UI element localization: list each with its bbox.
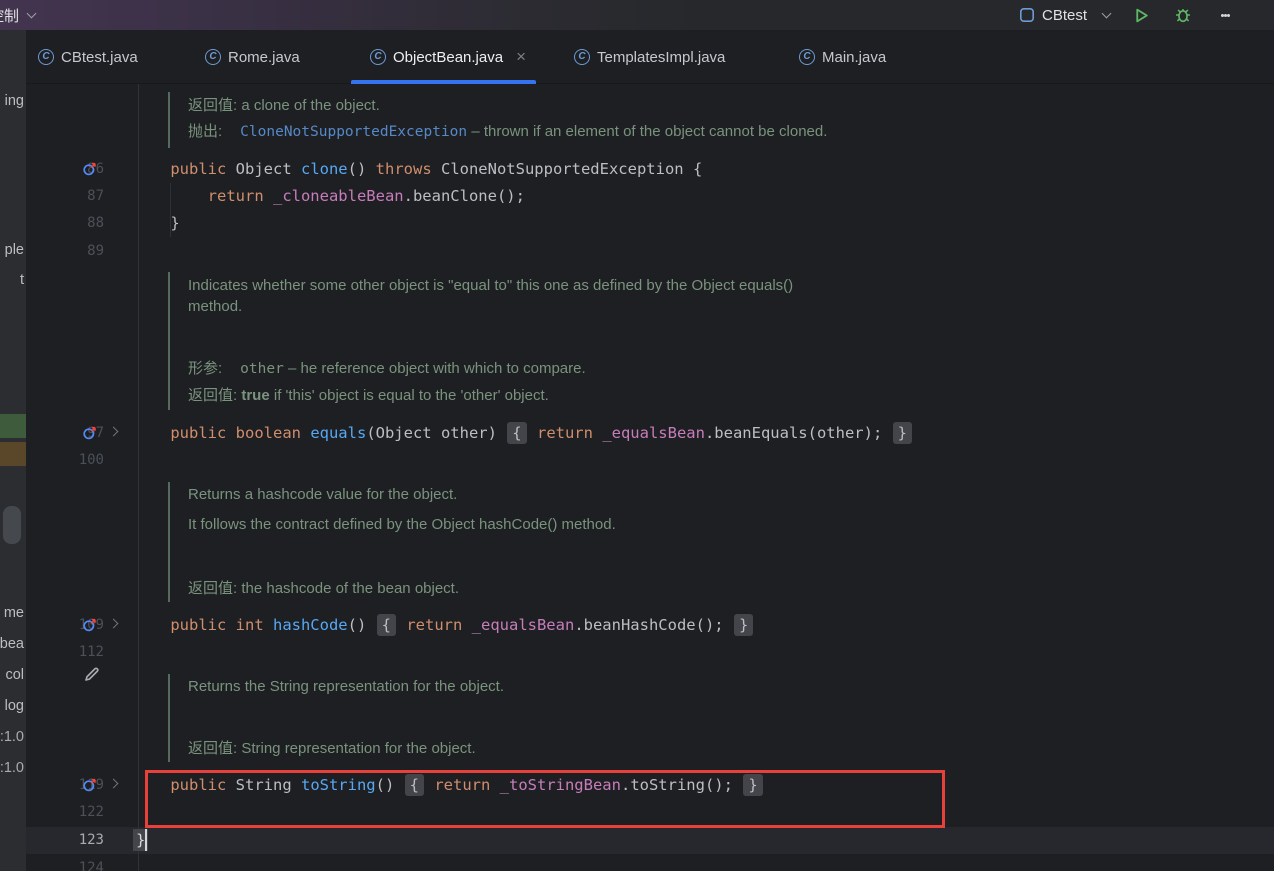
close-icon[interactable]: × (516, 47, 526, 67)
run-cluster: CBtest (1019, 0, 1236, 30)
override-icon[interactable] (82, 617, 98, 633)
java-class-icon: C (205, 49, 221, 65)
override-icon[interactable] (82, 425, 98, 441)
doc-line: 抛出: CloneNotSupportedException – thrown i… (188, 123, 828, 140)
code-line[interactable]: public Object clone() throws CloneNotSup… (133, 156, 702, 183)
doc-line: 形参: other – he reference object with whic… (188, 360, 586, 377)
tab-label: ObjectBean.java (393, 48, 504, 66)
tree-item-fragment[interactable]: :1.0 (0, 760, 24, 776)
java-class-icon: C (38, 49, 54, 65)
edit-doc-pencil-icon[interactable] (82, 664, 102, 684)
panel-scrollbar-thumb[interactable] (3, 506, 21, 544)
doc-line: Returns the String representation for th… (188, 678, 505, 695)
line-number: 89 (87, 243, 104, 259)
line-number: 88 (87, 215, 104, 231)
doc-line: 返回值: true if 'this' object is equal to t… (188, 387, 549, 404)
tab-label: Main.java (822, 48, 887, 66)
tree-item-fragment[interactable]: log (5, 698, 24, 714)
tab-rome-java[interactable]: C Rome.java (205, 30, 300, 84)
fold-chevron-icon[interactable] (108, 618, 122, 630)
tree-item-fragment[interactable]: ing (5, 93, 24, 109)
override-icon[interactable] (82, 777, 98, 793)
doc-comment-rail (168, 482, 170, 602)
java-class-icon: C (370, 49, 386, 65)
doc-line: Indicates whether some other object is "… (188, 277, 794, 294)
tostring-highlight-annotation-box (145, 770, 945, 828)
fold-chevron-icon[interactable] (108, 426, 122, 438)
line-number: 122 (78, 804, 104, 820)
tab-label: TemplatesImpl.java (597, 48, 726, 66)
tab-templatesimpl-java[interactable]: C TemplatesImpl.java (574, 30, 725, 84)
code-line[interactable]: public boolean equals(Object other) { re… (133, 420, 913, 447)
run-config-icon (1019, 7, 1034, 22)
tree-item-fragment[interactable]: ple (5, 242, 24, 258)
tree-item-fragment[interactable]: me (4, 605, 24, 621)
tab-main-java[interactable]: C Main.java (799, 30, 886, 84)
doc-line: 返回值: a clone of the object. (188, 97, 380, 114)
fold-chevron-icon[interactable] (108, 778, 122, 790)
tree-item-fragment[interactable]: :1.0 (0, 729, 24, 745)
run-config-name: CBtest (1041, 6, 1087, 24)
doc-comment-rail (168, 674, 170, 762)
line-number: 112 (78, 644, 104, 660)
code-line[interactable]: public int hashCode() { return _equalsBe… (133, 612, 754, 639)
override-icon[interactable] (82, 161, 98, 177)
chevron-down-icon (1101, 8, 1112, 19)
java-class-icon: C (574, 49, 590, 65)
more-actions-button[interactable] (1214, 4, 1236, 26)
line-number-current: 123 (78, 832, 104, 848)
code-editor[interactable]: 返回值: a clone of the object. 抛出: CloneNotS… (26, 84, 1274, 871)
code-line[interactable]: } (133, 210, 179, 237)
java-class-icon: C (799, 49, 815, 65)
doc-line: 返回值: String representation for the objec… (188, 740, 476, 757)
line-number: 87 (87, 188, 104, 204)
play-icon (1135, 8, 1148, 22)
tree-item-fragment[interactable]: col (5, 667, 24, 683)
debug-button[interactable] (1172, 4, 1194, 26)
tree-selection-green (0, 414, 26, 438)
ide-window: 控制 CBtest (0, 0, 1274, 871)
tree-item-fragment[interactable]: t (20, 272, 24, 288)
chevron-down-icon (26, 8, 37, 19)
tab-objectbean-java[interactable]: C ObjectBean.java × (351, 30, 537, 84)
doc-line: 返回值: the hashcode of the bean object. (188, 580, 460, 597)
toolbar-menu-version-control[interactable]: 控制 (0, 0, 37, 30)
tree-item-fragment[interactable]: bea (0, 636, 24, 652)
run-config-selector[interactable]: CBtest (1019, 6, 1112, 24)
doc-line: Returns a hashcode value for the object. (188, 486, 458, 503)
bug-icon (1176, 9, 1190, 23)
doc-comment-rail (168, 272, 170, 410)
tab-label: CBtest.java (61, 48, 138, 66)
doc-line: method. (188, 298, 243, 315)
doc-line: It follows the contract defined by the O… (188, 516, 616, 533)
project-panel[interactable]: ing ple t me bea col log :1.0 :1.0 (0, 30, 26, 871)
main-toolbar: 控制 CBtest (0, 0, 1274, 30)
tab-label: Rome.java (228, 48, 300, 66)
text-caret (145, 829, 147, 851)
tree-selection-brown (0, 442, 26, 466)
code-line[interactable]: return _cloneableBean.beanClone(); (133, 183, 525, 210)
current-line-highlight (26, 827, 1274, 854)
line-number: 100 (78, 452, 104, 468)
line-number: 124 (78, 860, 104, 871)
toolbar-menu-label: 控制 (0, 7, 20, 25)
tab-cbtest-java[interactable]: C CBtest.java (38, 30, 138, 84)
run-button[interactable] (1130, 4, 1152, 26)
editor-tab-bar: C CBtest.java C Rome.java C ObjectBean.j… (26, 30, 1274, 84)
doc-comment-rail (168, 92, 170, 148)
